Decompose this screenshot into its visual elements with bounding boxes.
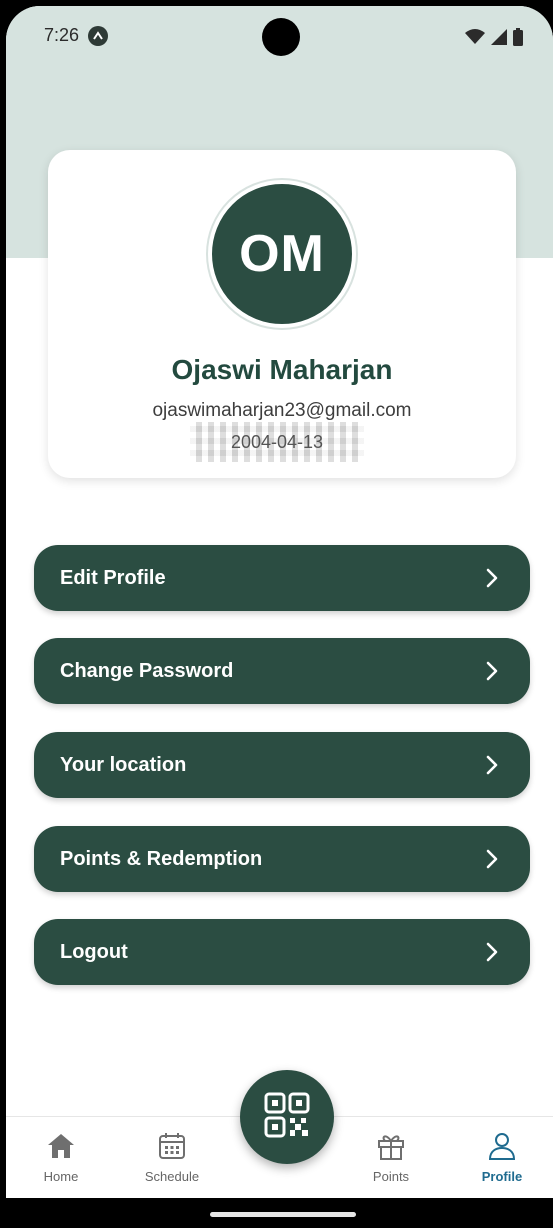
menu-item-label: Logout [60,940,128,963]
profile-card: OM Ojaswi Maharjan ojaswimaharjan23@gmai… [48,150,516,478]
nav-profile[interactable]: Profile [457,1129,547,1184]
chevron-right-icon [486,755,500,775]
app-notification-icon [88,26,108,46]
menu-item-label: Edit Profile [60,566,166,589]
your-location-button[interactable]: Your location [34,732,530,798]
chevron-right-icon [486,661,500,681]
menu-item-label: Points & Redemption [60,847,263,870]
user-dob-text: 2004-04-13 [230,431,324,452]
gesture-bar [6,1198,553,1228]
system-icons [465,28,523,46]
user-email: ojaswimaharjan23@gmail.com [152,400,412,421]
menu-item-label: Change Password [60,659,234,682]
logout-button[interactable]: Logout [34,919,530,985]
qr-code-icon [264,1092,310,1143]
user-icon [457,1129,547,1163]
gift-icon [346,1129,436,1163]
nav-schedule[interactable]: Schedule [127,1129,217,1184]
nav-schedule-label: Schedule [144,1169,200,1184]
camera-cutout [262,18,300,56]
home-indicator[interactable] [210,1212,356,1217]
nav-points-label: Points [372,1169,410,1184]
qr-scan-button[interactable] [240,1070,334,1164]
home-icon [16,1129,106,1163]
nav-profile-label: Profile [481,1169,523,1184]
status-time: 7:26 [44,25,80,45]
chevron-right-icon [486,849,500,869]
nav-home-label: Home [43,1169,79,1184]
phone-screen: 7:26 OM Ojaswi Maharjan ojaswimaharjan23… [6,6,553,1228]
status-bar: 7:26 [6,6,553,66]
user-dob: 2004-04-13 [190,422,364,462]
signal-icon [491,29,507,45]
nav-points[interactable]: Points [346,1129,436,1184]
chevron-right-icon [486,568,500,588]
battery-icon [513,28,523,46]
edit-profile-button[interactable]: Edit Profile [34,545,530,611]
nav-home[interactable]: Home [16,1129,106,1184]
calendar-icon [127,1129,217,1163]
menu-item-label: Your location [60,753,187,776]
avatar[interactable]: OM [208,180,356,328]
chevron-right-icon [486,942,500,962]
points-redemption-button[interactable]: Points & Redemption [34,826,530,892]
wifi-icon [465,29,485,44]
change-password-button[interactable]: Change Password [34,638,530,704]
avatar-initials: OM [239,225,325,283]
user-name: Ojaswi Maharjan [171,354,393,385]
